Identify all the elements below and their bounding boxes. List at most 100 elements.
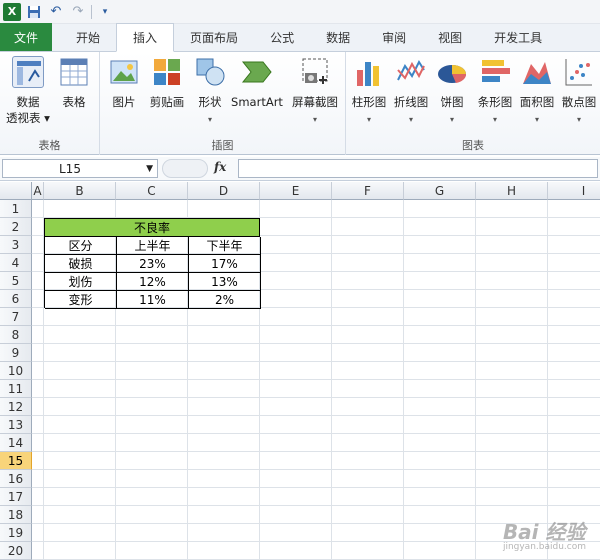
bar-chart-icon [479, 56, 511, 88]
area-chart-label: 面积图 ▾ [519, 95, 555, 124]
table-cell[interactable]: 23% [117, 255, 189, 273]
tab-review[interactable]: 审阅 [366, 23, 422, 51]
column-header[interactable]: F [332, 182, 404, 200]
excel-app-icon[interactable]: X [3, 2, 21, 21]
column-header[interactable]: A [32, 182, 44, 200]
screenshot-button[interactable]: 屏幕截图 ▾ [288, 56, 342, 128]
row-header[interactable]: 14 [0, 434, 32, 452]
table-cell[interactable]: 17% [189, 255, 261, 273]
gridline [331, 200, 332, 560]
customize-toolbar-icon[interactable]: ▾ [96, 3, 114, 21]
area-chart-button[interactable]: 面积图 ▾ [516, 56, 558, 128]
group-label-charts: 图表 [462, 139, 484, 152]
row-header[interactable]: 13 [0, 416, 32, 434]
group-label-illustrations: 插图 [211, 139, 234, 152]
gridline [32, 361, 600, 362]
screenshot-label: 屏幕截图 ▾ [292, 95, 338, 124]
pie-chart-label: 饼图 ▾ [440, 95, 464, 124]
worksheet-grid[interactable]: A B C D E F G H I 1 2 3 4 5 6 7 8 9 10 11 12 13 14 15 16 17 18 19 20… [0, 182, 600, 560]
row-header[interactable]: 3 [0, 236, 32, 254]
tab-file[interactable]: 文件 [0, 23, 53, 51]
column-header[interactable]: I [548, 182, 600, 200]
scatter-chart-icon [563, 56, 595, 88]
row-header[interactable]: 15 [0, 452, 32, 470]
group-illustrations: 图片 剪贴画 形状 ▾ SmartArt 屏幕截图 ▾ 插图 [100, 52, 346, 155]
gridline [32, 415, 600, 416]
pie-chart-button[interactable]: 饼图 ▾ [434, 56, 470, 128]
defect-rate-table: 不良率 区分 上半年 下半年破损 23% 17% 划伤 12% 13% 变形 11% 2% [44, 218, 261, 309]
gridline [32, 433, 600, 434]
row-header[interactable]: 8 [0, 326, 32, 344]
tab-view[interactable]: 视图 [422, 23, 478, 51]
row-header[interactable]: 9 [0, 344, 32, 362]
row-header[interactable]: 20 [0, 542, 32, 560]
column-chart-label: 柱形图 ▾ [351, 95, 387, 124]
table-cell[interactable]: 12% [117, 273, 189, 291]
bar-chart-button[interactable]: 条形图 ▾ [474, 56, 516, 128]
picture-icon [108, 56, 140, 88]
table-cell[interactable]: 划伤 [45, 273, 117, 291]
tab-developer[interactable]: 开发工具 [478, 23, 558, 51]
row-header[interactable]: 11 [0, 380, 32, 398]
name-box[interactable]: L15 ▼ [2, 159, 158, 178]
insert-function-icon[interactable]: fx [214, 160, 226, 174]
picture-button[interactable]: 图片 [106, 56, 142, 110]
row-header[interactable]: 10 [0, 362, 32, 380]
column-header[interactable]: E [260, 182, 332, 200]
group-tables: 数据 透视表 ▾ 表格 表格 [0, 52, 100, 155]
row-header[interactable]: 18 [0, 506, 32, 524]
row-header[interactable]: 19 [0, 524, 32, 542]
tab-page-layout[interactable]: 页面布局 [174, 23, 254, 51]
redo-icon[interactable]: ↷ [69, 3, 87, 21]
table-title-cell[interactable]: 不良率 [45, 219, 260, 237]
select-all-corner[interactable] [0, 182, 32, 200]
formula-input[interactable] [238, 159, 598, 178]
tab-data[interactable]: 数据 [310, 23, 366, 51]
row-header[interactable]: 4 [0, 254, 32, 272]
column-chart-button[interactable]: 柱形图 ▾ [348, 56, 390, 128]
shapes-button[interactable]: 形状 ▾ [192, 56, 228, 128]
row-header[interactable]: 17 [0, 488, 32, 506]
save-icon[interactable] [25, 3, 43, 21]
scatter-chart-button[interactable]: 散点图 ▾ [558, 56, 600, 128]
formula-bar: L15 ▼ fx [0, 157, 600, 181]
pivot-table-label: 数据 透视表 ▾ [6, 95, 50, 125]
tab-insert[interactable]: 插入 [116, 23, 175, 52]
row-header[interactable]: 6 [0, 290, 32, 308]
tab-home[interactable]: 开始 [60, 23, 116, 51]
row-header[interactable]: 2 [0, 218, 32, 236]
table-cell[interactable]: 11% [117, 291, 189, 309]
group-label-tables: 表格 [38, 139, 61, 152]
clipart-button[interactable]: 剪贴画 [146, 56, 188, 110]
table-cell[interactable]: 13% [189, 273, 261, 291]
line-chart-button[interactable]: 折线图 ▾ [390, 56, 432, 128]
tab-formulas[interactable]: 公式 [254, 23, 310, 51]
column-header[interactable]: H [476, 182, 548, 200]
table-cell[interactable]: 2% [189, 291, 261, 309]
row-header[interactable]: 1 [0, 200, 32, 218]
column-header[interactable]: D [188, 182, 260, 200]
group-charts: 柱形图 ▾ 折线图 ▾ 饼图 ▾ 条形图 ▾ 面积图 ▾ 散点图 ▾ 图表 [346, 52, 600, 155]
table-cell[interactable]: 破损 [45, 255, 117, 273]
column-header[interactable]: B [44, 182, 116, 200]
column-header[interactable]: C [116, 182, 188, 200]
toolbar-separator [91, 4, 92, 19]
table-header-cell[interactable]: 下半年 [189, 237, 261, 255]
table-header-cell[interactable]: 上半年 [117, 237, 189, 255]
table-cell[interactable]: 变形 [45, 291, 117, 309]
table-button[interactable]: 表格 [54, 56, 94, 110]
column-header[interactable]: G [404, 182, 476, 200]
table-header-cell[interactable]: 区分 [45, 237, 117, 255]
table-label: 表格 [62, 95, 86, 109]
undo-icon[interactable]: ↶ [47, 3, 65, 21]
row-header[interactable]: 5 [0, 272, 32, 290]
row-header[interactable]: 12 [0, 398, 32, 416]
row-header[interactable]: 7 [0, 308, 32, 326]
smartart-button[interactable]: SmartArt [230, 56, 284, 110]
pivot-table-button[interactable]: 数据 透视表 ▾ [4, 56, 52, 126]
table-icon [58, 56, 90, 88]
ribbon-tabs: 文件 开始 插入 页面布局 公式 数据 审阅 视图 开发工具 [0, 23, 600, 52]
gridline [32, 397, 600, 398]
chevron-down-icon[interactable]: ▼ [146, 164, 153, 174]
row-header[interactable]: 16 [0, 470, 32, 488]
